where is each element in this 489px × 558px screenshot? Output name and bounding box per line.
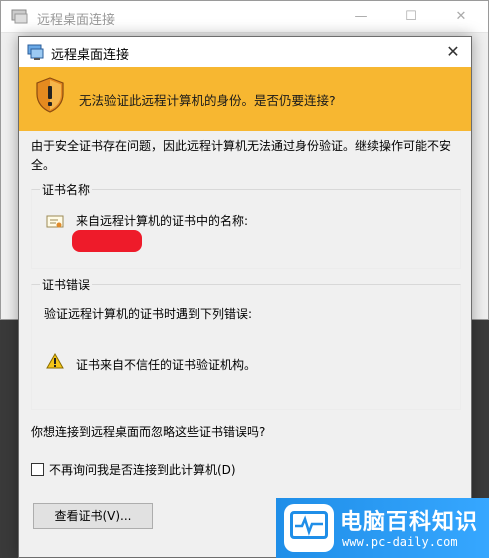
warning-description: 由于安全证书存在问题，因此远程计算机无法通过身份验证。继续操作可能不安全。 — [31, 139, 452, 172]
dont-ask-again-checkbox[interactable] — [31, 463, 44, 476]
dont-ask-again-label[interactable]: 不再询问我是否连接到此计算机(D) — [49, 461, 236, 478]
watermark-url: www.pc-daily.com — [342, 535, 458, 549]
security-shield-icon — [35, 77, 65, 116]
minimize-button[interactable]: — — [351, 7, 371, 27]
warning-banner: 无法验证此远程计算机的身份。是否仍要连接? — [19, 67, 471, 131]
dialog-titlebar: 远程桌面连接 ✕ — [19, 37, 471, 67]
background-close-button[interactable]: ✕ — [451, 7, 471, 27]
warning-triangle-icon — [46, 352, 64, 372]
view-certificate-button[interactable]: 查看证书(V)... — [33, 503, 153, 529]
certificate-icon — [46, 214, 64, 233]
dialog-close-button[interactable]: ✕ — [441, 40, 465, 64]
watermark-logo-icon — [284, 504, 334, 552]
redacted-certificate-name — [72, 230, 142, 252]
cert-errors-group-label: 证书错误 — [40, 276, 93, 293]
warning-banner-message: 无法验证此远程计算机的身份。是否仍要连接? — [79, 93, 336, 108]
cert-errors-intro: 验证远程计算机的证书时遇到下列错误: — [44, 307, 253, 321]
ignore-errors-question: 你想连接到远程桌面而忽略这些证书错误吗? — [31, 425, 266, 439]
cert-errors-group: 证书错误 验证远程计算机的证书时遇到下列错误: 证书来自不信任的证书验证机构。 — [31, 276, 461, 410]
background-titlebar: 远程桌面连接 — ☐ ✕ — [1, 1, 488, 33]
cert-name-group: 证书名称 来自远程计算机的证书中的名称: — [31, 181, 461, 269]
cert-error-item: 证书来自不信任的证书验证机构。 — [76, 358, 257, 372]
maximize-button[interactable]: ☐ — [401, 7, 421, 27]
background-window-title: 远程桌面连接 — [37, 13, 116, 28]
cert-name-group-label: 证书名称 — [40, 181, 93, 198]
watermark-banner: 电脑百科知识 www.pc-daily.com — [276, 498, 489, 558]
remote-desktop-icon — [27, 44, 45, 63]
cert-name-text: 来自远程计算机的证书中的名称: — [76, 214, 249, 228]
certificate-warning-dialog: 远程桌面连接 ✕ 无法验证此远程计算机的身份。是否仍要连接? 由于安全证书存在问… — [18, 36, 472, 558]
dont-ask-again-option[interactable]: 不再询问我是否连接到此计算机(D) — [31, 461, 236, 478]
remote-desktop-icon — [11, 9, 29, 28]
dialog-title: 远程桌面连接 — [51, 48, 130, 63]
watermark-title: 电脑百科知识 — [340, 510, 479, 535]
